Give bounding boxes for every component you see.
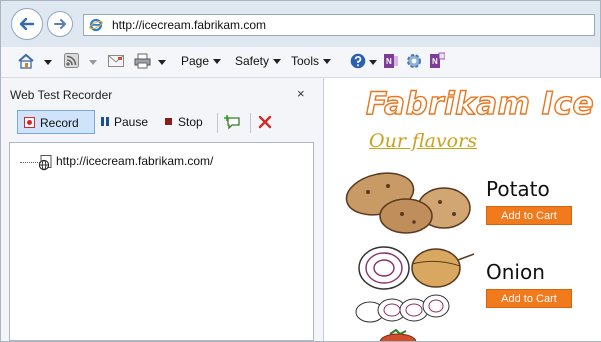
url-text[interactable]: http://icecream.fabrikam.com <box>112 18 266 32</box>
toolbar-separator <box>250 113 251 133</box>
safety-menu-label: Safety <box>235 54 270 68</box>
back-button[interactable] <box>11 8 43 40</box>
svg-text:N: N <box>386 57 392 66</box>
feeds-icon[interactable] <box>64 53 79 68</box>
tools-menu[interactable]: Tools <box>291 54 332 70</box>
pause-button[interactable]: Pause <box>101 110 153 134</box>
address-bar[interactable]: http://icecream.fabrikam.com <box>83 14 595 36</box>
recorded-steps-tree: http://icecream.fabrikam.com/ <box>9 142 314 341</box>
mail-icon[interactable] <box>108 55 124 67</box>
tools-menu-label: Tools <box>291 54 320 68</box>
safety-menu[interactable]: Safety <box>235 54 282 70</box>
webpage-globe-icon <box>38 155 52 171</box>
add-to-cart-button-onion[interactable]: Add to Cart <box>486 289 572 308</box>
home-icon[interactable] <box>17 53 35 69</box>
back-arrow-icon <box>19 17 35 31</box>
toolbar-separator <box>217 113 218 133</box>
command-bar: Page Safety Tools N N <box>1 47 600 78</box>
svg-text:N: N <box>432 57 438 66</box>
pause-icon <box>101 117 109 126</box>
product-name-potato: Potato <box>486 177 550 201</box>
potato-image <box>345 172 471 234</box>
tree-item-url[interactable]: http://icecream.fabrikam.com/ <box>56 154 213 168</box>
record-label: Record <box>40 116 79 130</box>
print-icon[interactable] <box>134 53 151 69</box>
product-name-onion: Onion <box>486 260 545 284</box>
site-title: Fabrikam Ice <box>365 85 595 122</box>
recorder-toolbar: Record Pause Stop <box>9 109 315 137</box>
onenote-linked-icon[interactable]: N <box>429 52 445 70</box>
print-dropdown-icon[interactable] <box>158 60 166 65</box>
page-menu[interactable]: Page <box>181 54 222 70</box>
delete-x-icon[interactable] <box>258 115 272 129</box>
close-icon[interactable]: × <box>297 86 305 101</box>
webpage-content: Fabrikam Ice Our flavors Potato Add to C… <box>324 78 601 341</box>
pause-label: Pause <box>114 115 149 129</box>
record-icon <box>24 117 35 128</box>
onenote-icon[interactable]: N <box>383 52 399 70</box>
our-flavors-link[interactable]: Our flavors <box>369 130 477 152</box>
add-to-cart-button-potato[interactable]: Add to Cart <box>486 206 572 225</box>
forward-button[interactable] <box>47 11 73 37</box>
page-menu-label: Page <box>181 54 210 68</box>
address-bar-area: http://icecream.fabrikam.com <box>1 1 600 47</box>
web-test-recorder-pane: Web Test Recorder × Record Pause Stop ht… <box>1 78 324 341</box>
ie-logo-icon <box>89 18 103 32</box>
feeds-dropdown-icon[interactable] <box>89 60 97 65</box>
page-menu-caret-icon <box>213 59 222 65</box>
help-dropdown-icon[interactable] <box>369 60 377 65</box>
add-comment-icon[interactable] <box>224 114 242 131</box>
record-button[interactable]: Record <box>17 110 95 134</box>
stop-label: Stop <box>178 115 203 129</box>
help-icon[interactable] <box>350 53 366 69</box>
stop-icon <box>165 118 172 125</box>
settings-gear-icon[interactable] <box>405 52 423 70</box>
stop-button[interactable]: Stop <box>165 110 215 134</box>
tools-menu-caret-icon <box>323 59 332 65</box>
recorder-title: Web Test Recorder <box>10 88 113 102</box>
safety-menu-caret-icon <box>273 59 282 65</box>
forward-arrow-icon <box>54 19 66 29</box>
home-dropdown-icon[interactable] <box>44 60 52 65</box>
browser-window: http://icecream.fabrikam.com Page Safety… <box>0 0 601 342</box>
onion-image <box>355 246 475 323</box>
partial-product-image <box>379 328 417 341</box>
